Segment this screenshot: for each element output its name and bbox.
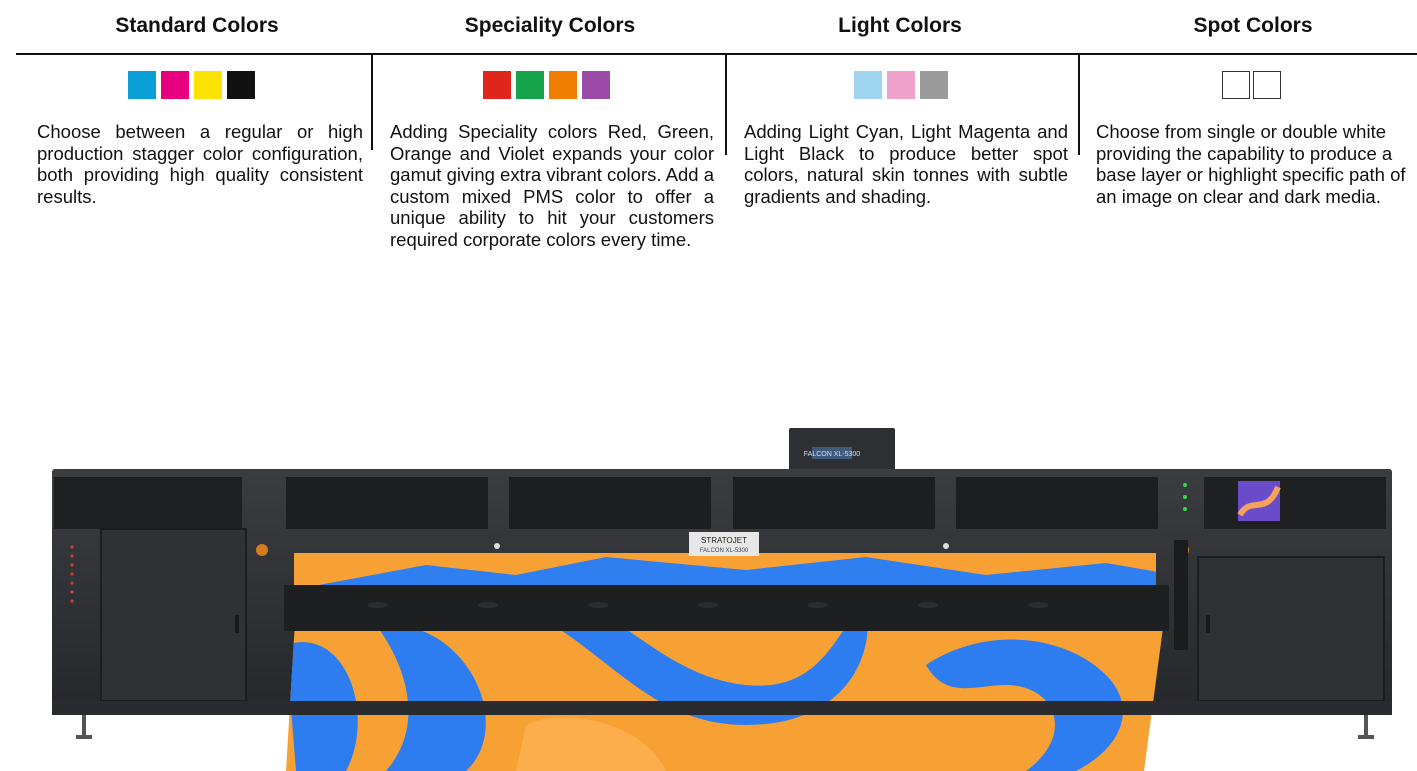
speciality-color-swatches bbox=[483, 71, 610, 100]
white-swatch-2 bbox=[1253, 71, 1281, 99]
column-divider-3 bbox=[1078, 55, 1080, 155]
black-swatch bbox=[227, 71, 255, 99]
column-divider-1 bbox=[371, 55, 373, 150]
light-cyan-swatch bbox=[854, 71, 882, 99]
header-rule bbox=[16, 53, 1417, 55]
light-magenta-swatch bbox=[887, 71, 915, 99]
top-model-label: FALCON XL-5300 bbox=[804, 451, 861, 458]
printer-illustration: FALCON XL-5300 STRATOJET FALCON XL-5300 bbox=[52, 428, 1392, 771]
standard-color-swatches bbox=[128, 71, 255, 100]
header-light-colors: Light Colors bbox=[838, 14, 962, 37]
red-swatch bbox=[483, 71, 511, 99]
light-color-swatches bbox=[854, 71, 948, 100]
speciality-colors-description: Adding Speciality colors Red, Green, Ora… bbox=[390, 121, 714, 250]
light-black-swatch bbox=[920, 71, 948, 99]
standard-colors-description: Choose between a regular or high product… bbox=[37, 121, 363, 207]
spot-colors-description: Choose from single or double white provi… bbox=[1096, 121, 1406, 207]
header-spot-colors: Spot Colors bbox=[1193, 14, 1313, 37]
yellow-swatch bbox=[194, 71, 222, 99]
header-speciality-colors: Speciality Colors bbox=[464, 14, 636, 37]
green-swatch bbox=[516, 71, 544, 99]
orange-swatch bbox=[549, 71, 577, 99]
white-swatch-1 bbox=[1222, 71, 1250, 99]
column-divider-2 bbox=[725, 55, 727, 155]
spot-color-swatches bbox=[1222, 71, 1281, 100]
header-standard-colors: Standard Colors bbox=[115, 14, 279, 37]
column-headers: Standard Colors Speciality Colors Light … bbox=[0, 0, 1417, 54]
light-colors-description: Adding Light Cyan, Light Magenta and Lig… bbox=[744, 121, 1068, 207]
model-label: FALCON XL-5300 bbox=[700, 548, 749, 554]
violet-swatch bbox=[582, 71, 610, 99]
brand-label: STRATOJET bbox=[701, 536, 747, 545]
cyan-swatch bbox=[128, 71, 156, 99]
magenta-swatch bbox=[161, 71, 189, 99]
